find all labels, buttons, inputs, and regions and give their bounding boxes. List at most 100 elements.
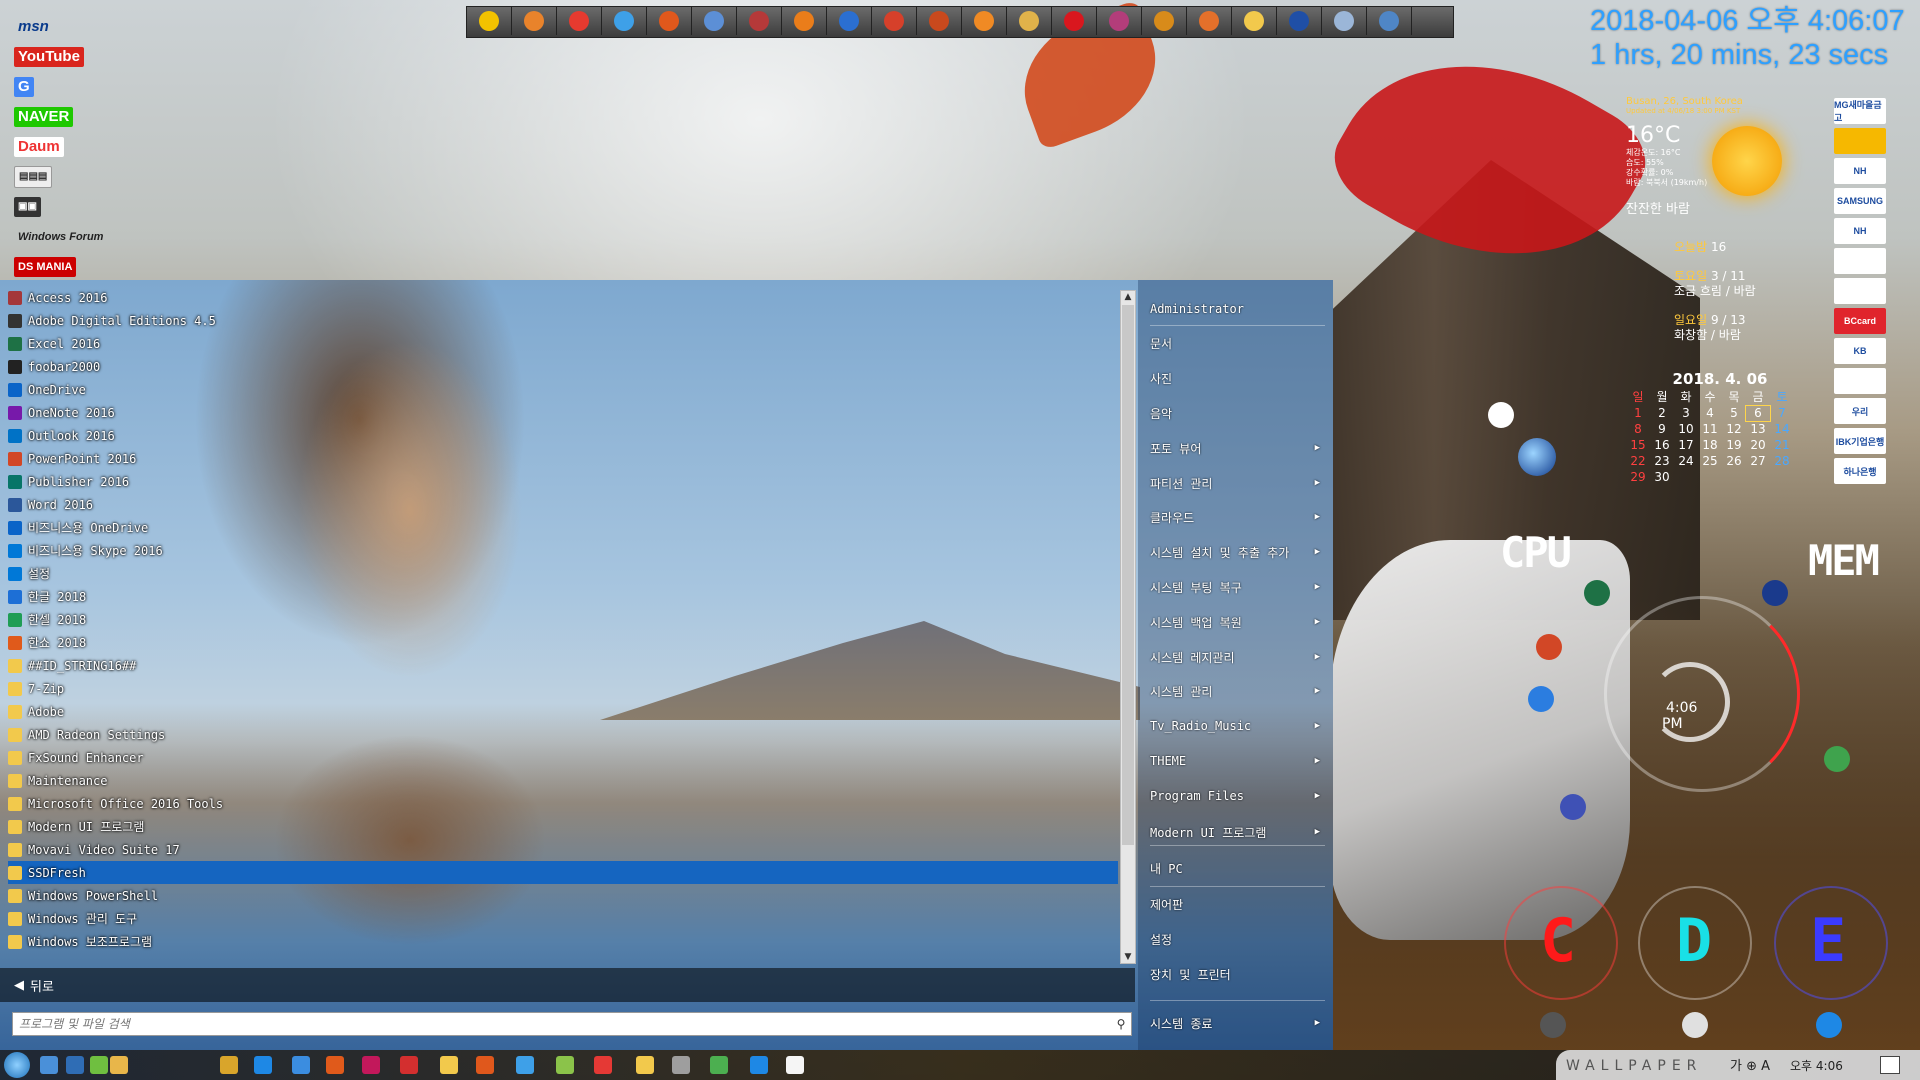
taskbar-app-icon[interactable] <box>476 1056 494 1074</box>
program-item[interactable]: 비즈니스용 OneDrive <box>8 516 1118 539</box>
taskbar-app-icon[interactable] <box>710 1056 728 1074</box>
search-box[interactable]: ⚲ <box>12 1012 1132 1036</box>
quick-launch-icon[interactable] <box>467 7 512 35</box>
start-menu-link[interactable]: 설정 <box>1150 924 1328 954</box>
program-item[interactable]: Excel 2016 <box>8 332 1118 355</box>
monitor-icon[interactable] <box>1682 1012 1708 1038</box>
quick-launch-icon[interactable] <box>1232 7 1277 35</box>
taskbar-app-icon[interactable] <box>594 1056 612 1074</box>
start-menu-link[interactable]: 시스템 부팅 복구 ▶ <box>1150 572 1328 602</box>
quick-launch-icon[interactable] <box>917 7 962 35</box>
bank-shortcut[interactable]: KB <box>1834 338 1886 364</box>
program-item[interactable]: FxSound Enhancer <box>8 746 1118 769</box>
bank-shortcut[interactable] <box>1834 128 1886 154</box>
taskbar-app-icon[interactable] <box>66 1056 84 1074</box>
bank-shortcut[interactable] <box>1834 278 1886 304</box>
start-button-icon[interactable] <box>4 1052 30 1078</box>
program-item[interactable]: Publisher 2016 <box>8 470 1118 493</box>
scroll-down-arrow-icon[interactable]: ▼ <box>1121 951 1135 963</box>
bank-shortcut[interactable]: IBK기업은행 <box>1834 428 1886 454</box>
quick-launch-icon[interactable] <box>692 7 737 35</box>
program-item[interactable]: Outlook 2016 <box>8 424 1118 447</box>
taskbar-app-icon[interactable] <box>672 1056 690 1074</box>
taskbar-app-icon[interactable] <box>362 1056 380 1074</box>
bank-shortcut[interactable]: 하나은행 <box>1834 458 1886 484</box>
taskbar-app-icon[interactable] <box>516 1056 534 1074</box>
start-menu-link[interactable]: Modern UI 프로그램 ▶ <box>1150 817 1328 847</box>
quick-launch-icon[interactable] <box>512 7 557 35</box>
taskbar-clock[interactable]: 오후 4:06 <box>1790 1057 1843 1074</box>
taskbar-app-icon[interactable] <box>750 1056 768 1074</box>
program-item[interactable]: ##ID_STRING16## <box>8 654 1118 677</box>
scroll-thumb[interactable] <box>1122 305 1134 845</box>
start-menu-link[interactable]: 내 PC <box>1150 853 1328 883</box>
bank-shortcut[interactable]: BCcard <box>1834 308 1886 334</box>
drive-d-label[interactable]: D <box>1676 906 1712 976</box>
notification-icon[interactable] <box>1880 1056 1900 1074</box>
start-menu-link[interactable]: 시스템 종료 ▶ <box>1150 1008 1328 1038</box>
powerpoint-icon[interactable] <box>1536 634 1562 660</box>
quick-launch-icon[interactable] <box>827 7 872 35</box>
start-menu-link[interactable]: Administrator <box>1150 294 1328 324</box>
pc-shortcut[interactable]: ▣▣ <box>14 192 124 222</box>
taskbar-app-icon[interactable] <box>786 1056 804 1074</box>
phone-icon[interactable] <box>1816 1012 1842 1038</box>
program-item[interactable]: 한쇼 2018 <box>8 631 1118 654</box>
taskbar-app-icon[interactable] <box>90 1056 108 1074</box>
search-input[interactable] <box>13 1016 1111 1032</box>
taskbar-app-icon[interactable] <box>326 1056 344 1074</box>
bank-shortcut[interactable] <box>1834 248 1886 274</box>
app-store-icon[interactable] <box>1560 794 1586 820</box>
program-item[interactable]: Word 2016 <box>8 493 1118 516</box>
dsmania-shortcut[interactable]: DS MANIA <box>14 252 124 282</box>
start-menu-link[interactable]: 시스템 백업 복원 ▶ <box>1150 607 1328 637</box>
quick-launch-icon[interactable] <box>1097 7 1142 35</box>
windows-forum-shortcut[interactable]: Windows Forum <box>14 222 124 252</box>
bank-shortcut[interactable]: NH <box>1834 218 1886 244</box>
program-item[interactable]: OneDrive <box>8 378 1118 401</box>
taskbar-app-icon[interactable] <box>400 1056 418 1074</box>
google-shortcut[interactable]: G <box>14 72 124 102</box>
program-item[interactable]: 7-Zip <box>8 677 1118 700</box>
quick-launch-icon[interactable] <box>872 7 917 35</box>
app-icon[interactable] <box>1540 1012 1566 1038</box>
quick-launch-icon[interactable] <box>737 7 782 35</box>
program-item[interactable]: Maintenance <box>8 769 1118 792</box>
taskbar-app-icon[interactable] <box>254 1056 272 1074</box>
program-item[interactable]: PowerPoint 2016 <box>8 447 1118 470</box>
start-menu-link[interactable]: 시스템 설치 및 추출 추가 ▶ <box>1150 537 1328 567</box>
moon-icon[interactable] <box>1518 438 1556 476</box>
program-item[interactable]: Windows PowerShell <box>8 884 1118 907</box>
program-item[interactable]: Access 2016 <box>8 286 1118 309</box>
youtube-shortcut[interactable]: YouTube <box>14 42 124 72</box>
bank-shortcut[interactable]: MG새마을금고 <box>1834 98 1886 124</box>
naver-shortcut[interactable]: NAVER <box>14 102 124 132</box>
quick-launch-icon[interactable] <box>1322 7 1367 35</box>
program-item[interactable]: AMD Radeon Settings <box>8 723 1118 746</box>
bank-shortcut[interactable]: NH <box>1834 158 1886 184</box>
taskbar-app-icon[interactable] <box>440 1056 458 1074</box>
quick-launch-icon[interactable] <box>1052 7 1097 35</box>
quick-launch-icon[interactable] <box>1367 7 1412 35</box>
taskbar-app-icon[interactable] <box>556 1056 574 1074</box>
quick-launch-icon[interactable] <box>782 7 827 35</box>
start-menu-link[interactable]: 제어판 <box>1150 889 1328 919</box>
quick-launch-icon[interactable] <box>1007 7 1052 35</box>
bank-shortcut[interactable]: 우리 <box>1834 398 1886 424</box>
start-menu-link[interactable]: 음악 <box>1150 398 1328 428</box>
start-menu-link[interactable]: 클라우드 ▶ <box>1150 502 1328 532</box>
start-menu-link[interactable]: Tv_Radio_Music ▶ <box>1150 711 1328 741</box>
start-menu-link[interactable]: 시스템 관리 ▶ <box>1150 676 1328 706</box>
program-item[interactable]: Microsoft Office 2016 Tools <box>8 792 1118 815</box>
program-item[interactable]: Adobe <box>8 700 1118 723</box>
msn-shortcut[interactable]: msn <box>14 12 124 42</box>
program-item[interactable]: OneNote 2016 <box>8 401 1118 424</box>
taskbar-app-icon[interactable] <box>636 1056 654 1074</box>
quick-launch-icon[interactable] <box>962 7 1007 35</box>
taskbar-app-icon[interactable] <box>292 1056 310 1074</box>
program-item[interactable]: 비즈니스용 Skype 2016 <box>8 539 1118 562</box>
drive-e-label[interactable]: E <box>1810 906 1846 976</box>
globe-icon[interactable] <box>1824 746 1850 772</box>
start-menu-link[interactable]: 사진 <box>1150 363 1328 393</box>
start-menu-link[interactable]: 시스템 레지관리 ▶ <box>1150 642 1328 672</box>
